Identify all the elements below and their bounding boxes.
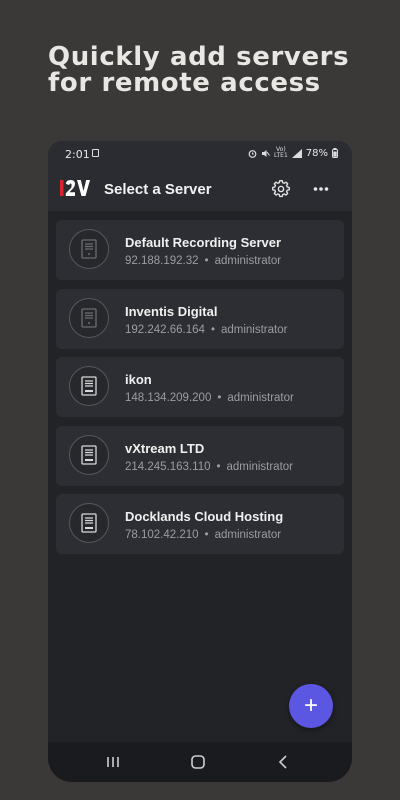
separator-dot: • (204, 529, 209, 541)
server-user: administrator (214, 255, 282, 267)
headline: Quickly add servers for remote access (48, 42, 350, 98)
server-details: 92.188.192.32 • administrator (125, 255, 281, 267)
server-icon (69, 229, 109, 269)
navigation-bar (48, 742, 352, 782)
sim-card-icon (92, 149, 99, 157)
separator-dot: • (210, 323, 215, 336)
server-name: ikon (125, 372, 152, 387)
server-name: Default Recording Server (125, 235, 282, 250)
server-user: administrator (227, 392, 294, 404)
server-icon (69, 366, 109, 406)
server-icon (69, 434, 109, 475)
mute-icon (261, 149, 270, 157)
server-name: vXtream LTD (125, 440, 205, 456)
server-card[interactable]: Inventis Digital 192.242.66.164 • administ… (56, 288, 344, 349)
app-bar: Select a Server (48, 167, 352, 211)
battery-percentage: 78% (305, 147, 328, 159)
server-name: Docklands Cloud Hosting (125, 509, 284, 524)
server-card[interactable]: Docklands Cloud Hosting 78.102.42.210 • ad… (56, 494, 344, 554)
separator-dot: • (204, 255, 209, 267)
status-time: 2:01 (65, 148, 90, 161)
status-bar: 2:01 Vo) LTE1 78% (48, 141, 352, 167)
home-icon[interactable] (191, 755, 205, 769)
status-icons: Vo) LTE1 78% (248, 147, 338, 159)
server-name: Inventis Digital (125, 303, 218, 319)
recent-apps-icon[interactable] (106, 756, 120, 768)
back-icon[interactable] (278, 755, 288, 769)
alarm-icon (248, 149, 257, 158)
add-server-button[interactable]: + (289, 684, 333, 728)
page-title: Select a Server (104, 181, 212, 198)
server-user: administrator (220, 323, 288, 336)
battery-icon (332, 148, 338, 158)
server-icon (69, 297, 109, 338)
server-ip: 192.242.66.164 (125, 323, 205, 336)
server-ip: 148.134.209.200 (125, 392, 212, 404)
phone-screen: 2:01 Vo) LTE1 78% Select a Server Defaul… (48, 141, 352, 782)
separator-dot: • (217, 392, 222, 404)
server-user: administrator (214, 529, 282, 541)
server-details: 78.102.42.210 • administrator (125, 529, 281, 541)
server-icon (69, 503, 109, 543)
separator-dot: • (216, 460, 221, 473)
server-details: 148.134.209.200 • administrator (125, 392, 294, 404)
more-icon[interactable] (313, 186, 329, 192)
server-ip: 92.188.192.32 (125, 255, 199, 267)
i2v-logo (60, 180, 90, 196)
server-details: 214.245.163.110 • administrator (125, 461, 293, 473)
server-card[interactable]: Default Recording Server 92.188.192.32 • a… (56, 220, 344, 280)
server-ip: 78.102.42.210 (125, 529, 199, 541)
volte-icon: Vo) LTE1 (273, 146, 288, 159)
gear-icon[interactable] (272, 180, 290, 198)
server-user: administrator (226, 460, 293, 473)
signal-icon (291, 148, 302, 158)
server-ip: 214.245.163.110 (125, 460, 211, 473)
server-list: Default Recording Server 92.188.192.32 • a… (56, 220, 344, 563)
server-details: 192.242.66.164 • administrator (125, 324, 287, 336)
server-card[interactable]: ikon 148.134.209.200 • administrator (56, 357, 344, 417)
server-card[interactable]: vXtream LTD 214.245.163.110 • administrato… (56, 425, 344, 486)
